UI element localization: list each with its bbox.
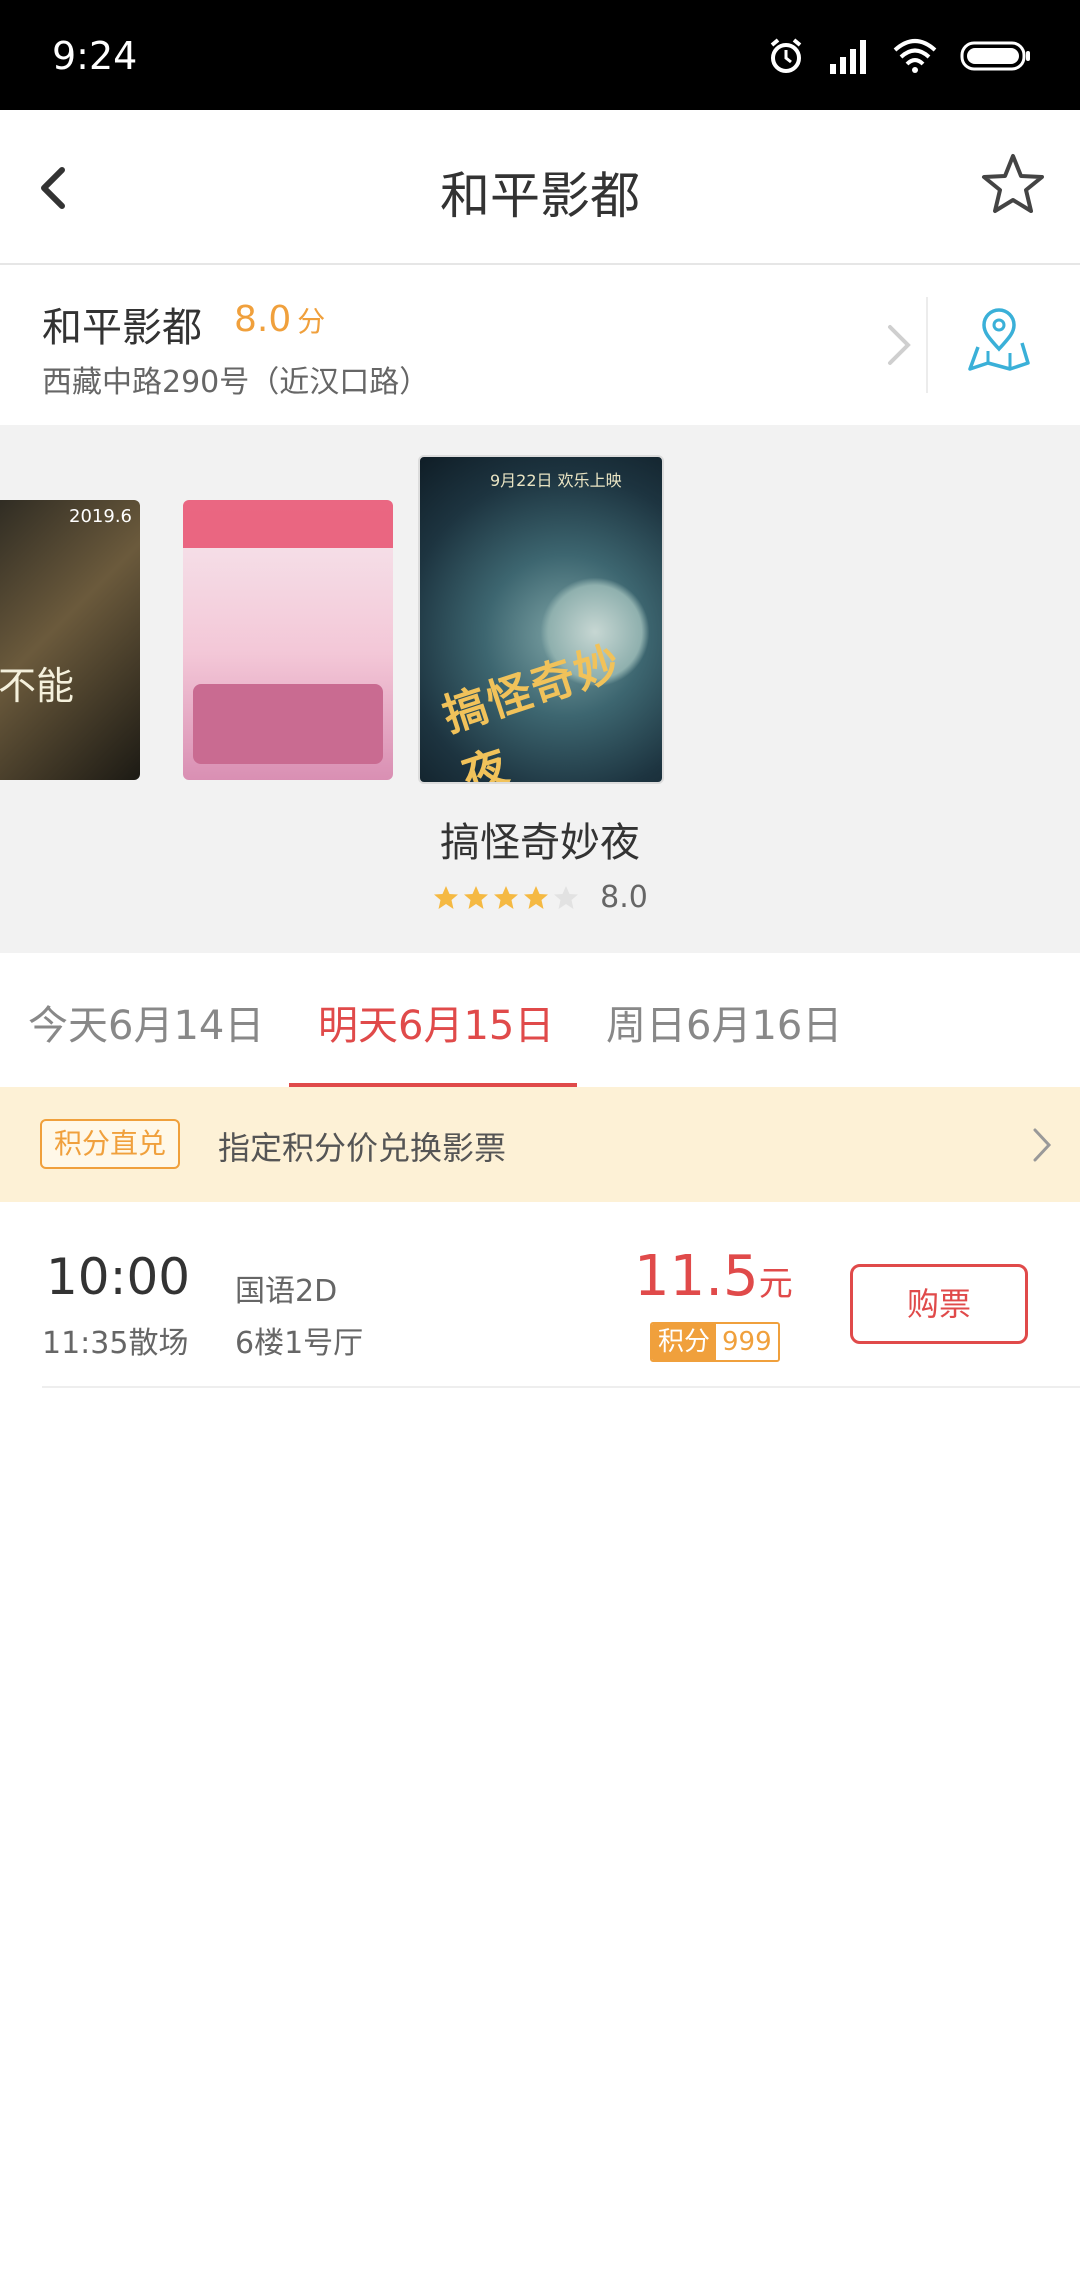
showtime-start: 10:00 [46, 1248, 191, 1306]
movie-poster[interactable] [183, 500, 393, 780]
selected-movie-title: 搞怪奇妙夜 [440, 820, 640, 866]
poster-date-text: 2019.6 [69, 506, 132, 527]
rating-value: 8.0 [600, 880, 648, 915]
star-filled-icon [524, 885, 549, 909]
points-redeem-banner[interactable]: 积分直兑 指定积分价兑换影票 [0, 1087, 1080, 1202]
star-empty-icon [554, 885, 579, 909]
points-value: 999 [716, 1324, 778, 1360]
status-bar: 9:24 [0, 0, 1080, 110]
divider [926, 297, 928, 393]
wifi-icon [893, 39, 937, 73]
showtime-row: 10:00 11:35散场 国语2D 6楼1号厅 11.5元 积分 999 购票 [0, 1202, 1080, 1388]
star-filled-icon [434, 885, 459, 909]
rating-stars [432, 884, 580, 912]
poster-date-text: 9月22日 欢乐上映 [490, 471, 622, 490]
cinema-info[interactable]: 和平影都 8.0 分 西藏中路290号（近汉口路） [0, 265, 1080, 425]
points-price: 积分 999 [650, 1322, 780, 1362]
row-divider [42, 1386, 1080, 1388]
signal-icon [830, 40, 866, 74]
date-tabs: 今天6月14日 明天6月15日 周日6月16日 [0, 953, 1080, 1087]
points-badge: 积分直兑 [40, 1119, 181, 1169]
movie-poster-selected[interactable]: 9月22日 欢乐上映 搞怪奇妙夜 [418, 455, 664, 784]
showtime-hall: 6楼1号厅 [235, 1326, 364, 1361]
status-icons [766, 34, 1032, 78]
cinema-score-value: 8.0 [234, 299, 292, 340]
movie-carousel[interactable]: 2019.6 不能 9月22日 欢乐上映 搞怪奇妙夜 搞怪奇妙夜 8.0 [0, 425, 1080, 953]
tab-tomorrow[interactable]: 明天6月15日 [318, 993, 554, 1051]
buy-ticket-button[interactable]: 购票 [850, 1264, 1028, 1344]
star-filled-icon [494, 885, 519, 909]
price-unit: 元 [758, 1264, 793, 1304]
nav-bar: 和平影都 [0, 110, 1080, 265]
chevron-right-icon[interactable] [884, 321, 914, 369]
cinema-score: 8.0 分 [234, 299, 325, 340]
points-label: 积分 [652, 1324, 717, 1360]
showtime-language: 国语2D [235, 1274, 338, 1309]
tab-sunday[interactable]: 周日6月16日 [606, 993, 842, 1051]
cinema-address: 西藏中路290号（近汉口路） [42, 365, 430, 400]
chevron-right-icon [1033, 1128, 1052, 1162]
movie-poster[interactable]: 2019.6 不能 [0, 500, 140, 780]
price-value: 11.5 [634, 1244, 759, 1309]
poster-title-text: 不能 [0, 664, 75, 708]
poster-graphic [193, 684, 383, 764]
battery-icon [960, 41, 1030, 71]
movie-rating: 8.0 [0, 880, 1080, 915]
favorite-star-icon[interactable] [978, 150, 1048, 220]
alarm-icon [770, 38, 802, 73]
points-banner-text: 指定积分价兑换影票 [218, 1129, 507, 1167]
map-location-icon[interactable] [964, 307, 1034, 377]
status-time: 9:24 [52, 34, 138, 78]
cinema-name: 和平影都 [42, 305, 202, 351]
cinema-score-unit: 分 [297, 305, 326, 338]
showtime-price: 11.5元 [634, 1244, 793, 1309]
tab-today[interactable]: 今天6月14日 [28, 993, 264, 1051]
poster-banner [183, 500, 393, 548]
page-title: 和平影都 [440, 167, 640, 225]
star-filled-icon [464, 885, 489, 909]
showtime-end: 11:35散场 [42, 1326, 189, 1361]
